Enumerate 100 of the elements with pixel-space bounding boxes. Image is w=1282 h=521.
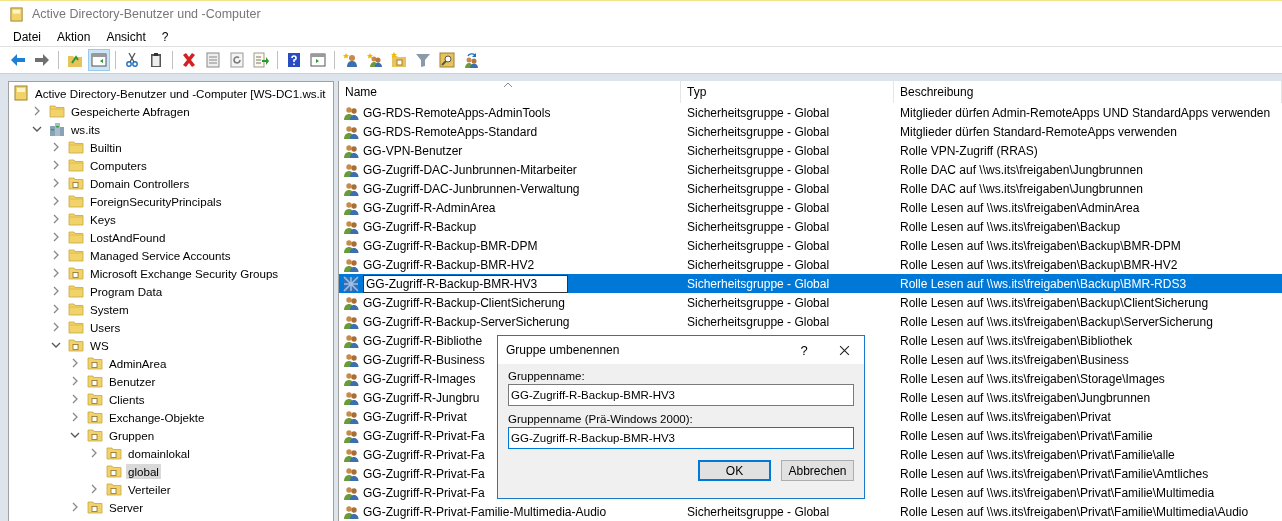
chevron-right-icon[interactable] <box>51 250 61 260</box>
group-icon <box>343 104 359 121</box>
ok-button[interactable]: OK <box>698 460 771 481</box>
chevron-right-icon[interactable] <box>32 106 42 116</box>
table-cell: Sicherheitsgruppe - Global <box>687 276 830 291</box>
table-cell: Sicherheitsgruppe - Global <box>687 143 830 158</box>
table-cell: Mitglieder dürfen Admin-RemoteApps UND StandardApps verwenden <box>900 105 1271 120</box>
table-cell: GG-Zugriff-R-AdminArea <box>363 200 496 215</box>
chevron-right-icon[interactable] <box>51 142 61 152</box>
table-cell: GG-Zugriff-R-Backup-ClientSicherung <box>363 295 565 310</box>
table-cell: GG-Zugriff-R-Images <box>363 371 476 386</box>
help-button[interactable]: ? <box>784 336 824 364</box>
cross-icon <box>181 52 197 68</box>
menu-item[interactable]: Ansicht <box>98 29 154 44</box>
table-cell: Rolle VPN-Zugriff (RRAS) <box>900 143 1038 158</box>
table-cell: Rolle Lesen auf \\ws.its\freigaben\Privat\Familie\Multimedia <box>900 485 1215 500</box>
tree-item[interactable]: Microsoft Exchange Security Groups <box>88 265 281 281</box>
chevron-right-icon[interactable] <box>51 196 61 206</box>
chevron-right-icon[interactable] <box>51 232 61 242</box>
tree-item[interactable]: Domain Controllers <box>88 175 192 191</box>
tree-item[interactable]: Exchange-Objekte <box>107 409 207 425</box>
tree-item[interactable]: Keys <box>88 211 118 227</box>
group-icon <box>343 123 359 140</box>
column-header[interactable]: Beschreibung <box>894 81 1282 103</box>
input-field[interactable]: GG-Zugriff-R-Backup-BMR-HV3 <box>508 427 854 449</box>
tree-item[interactable]: Gruppen <box>107 427 157 443</box>
table-cell: GG-Zugriff-R-Privat-Fa <box>363 485 485 500</box>
cancel-button[interactable]: Abbrechen <box>781 460 854 481</box>
group-icon <box>343 237 359 254</box>
menu-item[interactable]: ? <box>153 29 177 44</box>
chevron-right-icon[interactable] <box>70 358 80 368</box>
tree-item[interactable]: ws.its <box>69 121 102 137</box>
table-cell: GG-Zugriff-R-Privat-Fa <box>363 466 485 481</box>
chevron-down-icon[interactable] <box>70 430 80 440</box>
tree-item[interactable]: Builtin <box>88 139 124 155</box>
tree-item[interactable]: Computers <box>88 157 149 173</box>
filter-icon <box>415 52 431 68</box>
group-icon <box>343 218 359 235</box>
column-header[interactable]: Name <box>339 81 681 103</box>
rename-field[interactable]: GG-Zugriff-R-Backup-BMR-HV3 <box>363 274 569 293</box>
users-star-icon <box>367 52 383 68</box>
chevron-right-icon[interactable] <box>89 484 99 494</box>
chevron-right-icon[interactable] <box>51 268 61 278</box>
chevron-right-icon[interactable] <box>89 448 99 458</box>
table-cell: Sicherheitsgruppe - Global <box>687 124 830 139</box>
tree-item[interactable]: Benutzer <box>107 373 158 389</box>
chevron-right-icon[interactable] <box>51 160 61 170</box>
chevron-down-icon[interactable] <box>32 124 42 134</box>
group-icon <box>343 446 359 463</box>
tree-item[interactable]: Managed Service Accounts <box>88 247 233 263</box>
group-selected-icon <box>343 275 359 292</box>
column-header[interactable]: Typ <box>681 81 894 103</box>
table-cell: GG-Zugriff-R-Privat-Fa <box>363 428 485 443</box>
chevron-right-icon[interactable] <box>70 394 80 404</box>
servers-icon <box>49 121 65 137</box>
table-cell: Rolle Lesen auf \\ws.its\freigaben\Privat\Familie\Multimedia\Audio <box>900 504 1249 519</box>
tree-item[interactable]: domainlokal <box>126 445 192 461</box>
close-icon <box>838 344 850 356</box>
tree-item[interactable]: Gespeicherte Abfragen <box>69 103 192 119</box>
tree-item[interactable]: System <box>88 301 131 317</box>
tree-item[interactable]: Program Data <box>88 283 165 299</box>
tree-item[interactable]: ForeignSecurityPrincipals <box>88 193 224 209</box>
folder-icon <box>106 481 122 497</box>
tree-item[interactable]: global <box>126 463 161 479</box>
table-cell: Rolle Lesen auf \\ws.its\freigaben\Privat <box>900 409 1111 424</box>
selected-row[interactable]: GG-Zugriff-R-Backup-BMR-HV3 Sicherheitsgruppe - Global Rolle Lesen auf \\ws.its\freigaben\Backup\BMR-RDS3 <box>339 274 1282 293</box>
table-cell: Rolle Lesen auf \\ws.its\freigaben\Storage\Images <box>900 371 1165 386</box>
group-icon <box>343 294 359 311</box>
tree-item[interactable]: LostAndFound <box>88 229 168 245</box>
folder-icon <box>87 391 103 407</box>
chevron-right-icon[interactable] <box>51 322 61 332</box>
table-cell: GG-RDS-RemoteApps-AdminTools <box>363 105 551 120</box>
tree-item[interactable]: WS <box>88 337 111 353</box>
tree-item[interactable]: Verteiler <box>126 481 173 497</box>
folder-icon <box>87 355 103 371</box>
menu-item[interactable]: Datei <box>5 29 49 44</box>
table-cell: Sicherheitsgruppe - Global <box>687 295 830 310</box>
user-star-icon <box>343 52 359 68</box>
tree-item[interactable]: Active Directory-Benutzer und -Computer [WS-DC1.ws.it <box>33 85 328 101</box>
scissors-icon <box>124 52 140 68</box>
chevron-right-icon[interactable] <box>70 412 80 422</box>
toolbar-button[interactable] <box>436 49 458 71</box>
group-icon <box>343 427 359 444</box>
chevron-right-icon[interactable] <box>70 376 80 386</box>
folder-icon <box>68 247 84 263</box>
table-cell: Sicherheitsgruppe - Global <box>687 181 830 196</box>
tree-item[interactable]: AdminArea <box>107 355 169 371</box>
tree-item[interactable]: Users <box>88 319 123 335</box>
chevron-down-icon[interactable] <box>51 340 61 350</box>
menu-item[interactable]: Aktion <box>49 29 99 44</box>
tree-item[interactable]: Server <box>107 499 146 515</box>
group-icon <box>343 332 359 349</box>
input-field[interactable]: GG-Zugriff-R-Backup-BMR-HV3 <box>508 384 854 406</box>
folder-icon <box>68 157 84 173</box>
chevron-right-icon[interactable] <box>51 304 61 314</box>
chevron-right-icon[interactable] <box>51 286 61 296</box>
chevron-right-icon[interactable] <box>51 214 61 224</box>
chevron-right-icon[interactable] <box>51 178 61 188</box>
chevron-right-icon[interactable] <box>70 502 80 512</box>
tree-item[interactable]: Clients <box>107 391 147 407</box>
